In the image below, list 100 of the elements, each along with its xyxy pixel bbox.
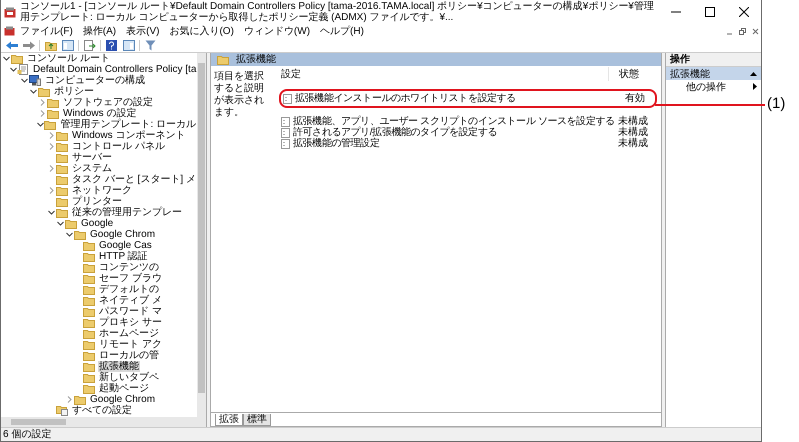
tree-item[interactable]: サーバー (71, 152, 113, 163)
tree-item[interactable]: ネイティブ メ (98, 295, 163, 306)
folder-icon (56, 130, 68, 140)
setting-state: 有効 (624, 93, 646, 104)
view-tab[interactable]: 拡張 (215, 414, 243, 426)
tree-item[interactable]: Windows の設定 (62, 108, 138, 119)
status-bar: 6 個の設定 (1, 427, 761, 441)
folder-icon (56, 208, 68, 218)
chevron-icon[interactable] (56, 220, 64, 227)
setting-icon (281, 138, 290, 148)
window-title: コンソール1 - [コンソール ルート¥Default Domain Controllers Policy [tama-2016.TAMA.local] ポリシー¥コンピューターの構成¥ポリシー¥管理用テンプレート: ローカル コンピューターから取得したポリシー定義 (ADMX) ファイルです。¥... (19, 1, 655, 23)
tree-item[interactable]: ホームページ (98, 328, 160, 339)
menu-item[interactable]: ファイル(F) (15, 24, 78, 38)
forward-arrow-icon[interactable] (22, 39, 35, 51)
tree-item[interactable]: HTTP 認証 (98, 251, 149, 262)
pane-title: 拡張機能 (236, 54, 276, 66)
chevron-icon[interactable] (2, 55, 10, 62)
tree-item[interactable]: コンピューターの構成 (44, 75, 146, 86)
restore-icon (738, 28, 746, 34)
tree-item[interactable]: Google Chrom (89, 394, 156, 405)
setting-name[interactable]: 拡張機能の管理設定 (293, 138, 613, 149)
collapse-icon[interactable] (750, 71, 757, 76)
actions-section[interactable]: 拡張機能 (666, 67, 761, 80)
folder-icon (47, 98, 59, 108)
chevron-icon[interactable] (10, 66, 17, 73)
column-header[interactable]: 状態 (608, 66, 649, 80)
setting-icon (281, 116, 290, 126)
description-text: 項目を選択すると説明が表示されます。 (213, 70, 265, 120)
menu-item[interactable]: お気に入り(O) (164, 24, 239, 38)
tree-item[interactable]: システム (71, 163, 113, 174)
chevron-icon[interactable] (66, 231, 72, 238)
setting-state: 未構成 (617, 127, 649, 138)
help-icon[interactable] (105, 39, 118, 51)
folder-icon (74, 230, 86, 240)
chevron-icon[interactable] (20, 77, 28, 84)
folder-icon (65, 218, 77, 228)
folder-icon (56, 186, 68, 196)
action-item[interactable]: 他の操作 (666, 80, 761, 93)
tree-item[interactable]: Windows コンポーネント (71, 130, 186, 141)
tree-item[interactable]: ポリシー (53, 86, 95, 97)
scrollbar-thumb[interactable] (198, 63, 205, 393)
menu-item[interactable]: ウィンドウ(W) (238, 24, 316, 38)
tree-item[interactable]: セーフ ブラウ (98, 273, 163, 284)
tree-item[interactable]: プリンター (71, 196, 123, 207)
tree-item[interactable]: プロキシ サー (98, 317, 163, 328)
restore-button[interactable] (736, 26, 748, 36)
tree-item[interactable]: 拡張機能 (98, 361, 140, 372)
setting-name[interactable]: 拡張機能、アプリ、ユーザー スクリプトのインストール ソースを設定する (293, 116, 613, 127)
chevron-icon[interactable] (48, 209, 54, 216)
tree-item[interactable]: ローカルの管 (98, 350, 160, 361)
folder-icon (83, 350, 95, 360)
pane-toggle-icon[interactable] (122, 39, 135, 51)
tree-item[interactable]: コンソール ルート (26, 53, 111, 64)
setting-name[interactable]: 拡張機能インストールのホワイトリストを設定する (295, 93, 615, 104)
menu-item[interactable]: 表示(V) (121, 24, 164, 38)
close-icon (752, 28, 758, 34)
scrollbar[interactable] (1, 417, 206, 427)
menu-item[interactable]: 操作(A) (78, 24, 122, 38)
app-icon (4, 6, 16, 18)
folder-icon (83, 274, 95, 284)
tree-item[interactable]: ソフトウェアの設定 (62, 97, 154, 108)
tree-item[interactable]: ネットワーク (71, 185, 133, 196)
tree-item[interactable]: Google Chrom (89, 229, 156, 240)
chevron-icon[interactable] (37, 121, 44, 128)
close-icon (739, 7, 749, 17)
tree-item[interactable]: リモート アク (98, 339, 163, 350)
tree-item[interactable]: コントロール パネル (71, 141, 166, 152)
app-icon (4, 26, 15, 36)
tree-item[interactable]: すべての設定 (71, 405, 133, 416)
scrollbar-thumb[interactable] (11, 419, 66, 425)
setting-icon (281, 128, 290, 138)
pane-toggle-icon[interactable] (61, 39, 74, 51)
folder-icon (83, 306, 95, 316)
tree-item[interactable]: デフォルトの (98, 284, 160, 295)
menu-item[interactable]: ヘルプ(H) (315, 24, 369, 38)
setting-name[interactable]: 許可されるアプリ/拡張機能のタイプを設定する (293, 127, 613, 138)
setting-state: 未構成 (617, 138, 649, 149)
tree-item[interactable]: 起動ページ (98, 383, 150, 394)
tree-item[interactable]: タスク バーと [スタート] メ (71, 174, 197, 185)
tree-item[interactable]: 管理用テンプレート: ローカル (59, 119, 197, 130)
folder-icon (56, 152, 68, 162)
chevron-icon[interactable] (30, 88, 36, 95)
maximize-icon (705, 7, 715, 17)
setting-icon (283, 94, 292, 104)
tree-item[interactable]: Google Cas (98, 240, 153, 251)
folder-up-icon[interactable] (44, 39, 57, 51)
scrollbar[interactable] (197, 53, 206, 417)
export-list-icon[interactable] (83, 39, 96, 51)
filter-icon[interactable] (144, 39, 157, 51)
back-arrow-icon[interactable] (5, 39, 18, 51)
tree-item[interactable]: Default Domain Controllers Policy [ta (32, 64, 197, 75)
folder-icon (56, 142, 68, 152)
tree-item[interactable]: 新しいタブペ (98, 372, 160, 383)
folder-icon (56, 196, 68, 206)
column-header[interactable]: 設定 (275, 66, 608, 80)
tree-item[interactable]: 従来の管理用テンプレー (71, 207, 183, 218)
view-tab[interactable]: 標準 (243, 414, 271, 426)
tree-item[interactable]: パスワード マ (98, 306, 163, 317)
tree-item[interactable]: コンテンツの (98, 262, 160, 273)
tree-item[interactable]: Google (80, 218, 114, 229)
